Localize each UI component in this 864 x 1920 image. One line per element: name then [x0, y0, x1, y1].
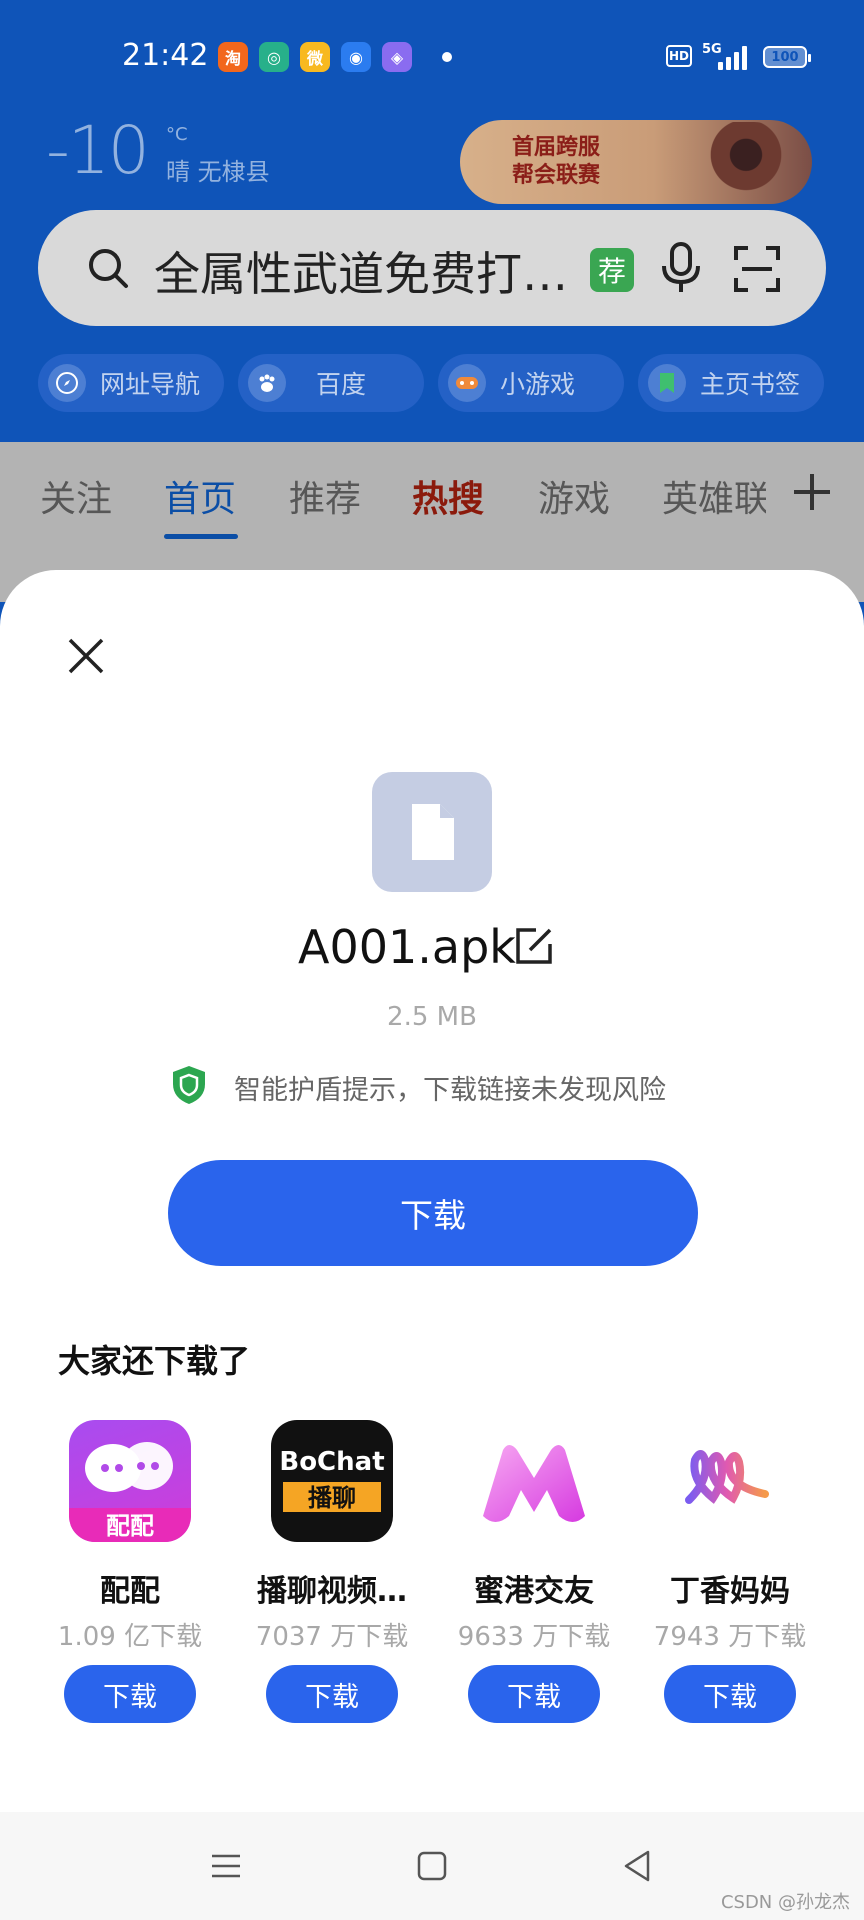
tab-lol[interactable]: 英雄联: [662, 470, 766, 522]
bookmark-icon: [648, 364, 686, 402]
app-name: 播聊视频…: [257, 1574, 407, 1609]
add-tab-icon[interactable]: [792, 472, 832, 512]
quick-link-label: 百度: [316, 370, 367, 399]
gamepad-icon: [448, 364, 486, 402]
hd-voice-icon: HD: [666, 45, 692, 67]
microphone-icon[interactable]: [658, 240, 704, 296]
app-download-button[interactable]: 下载: [64, 1665, 196, 1723]
file-icon: [372, 772, 492, 892]
recommend-title: 大家还下载了: [58, 1342, 251, 1380]
file-name: A001.apk: [298, 920, 516, 974]
weather-location: 晴 无棣县: [166, 158, 270, 186]
browser-icon: ◉: [341, 42, 371, 72]
banner-line-1: 首届跨服: [512, 135, 601, 160]
peipei-app-icon: 配配: [69, 1420, 191, 1542]
app-name: 配配: [100, 1574, 160, 1609]
baidu-paw-icon: [248, 364, 286, 402]
shield-icon: [173, 1066, 205, 1104]
app-downloads: 1.09 亿下载: [57, 1622, 203, 1652]
app-download-button[interactable]: 下载: [266, 1665, 398, 1723]
recommend-badge: 荐: [590, 248, 634, 292]
shop-bag-icon: ◈: [382, 42, 412, 72]
recommended-app-dingxiang[interactable]: 丁香妈妈 7943 万下载 下载: [637, 1420, 823, 1723]
app-name: 丁香妈妈: [670, 1574, 790, 1609]
battery-icon: 100: [763, 46, 811, 68]
green-app-icon: ◎: [259, 42, 289, 72]
banner-line-2: 帮会联赛: [512, 163, 601, 188]
quick-link-label: 小游戏: [500, 370, 576, 399]
app-download-button[interactable]: 下载: [468, 1665, 600, 1723]
search-icon: [89, 249, 128, 288]
compass-icon: [48, 364, 86, 402]
quick-link-label: 网址导航: [100, 370, 201, 399]
app-download-button[interactable]: 下载: [664, 1665, 796, 1723]
quick-link-minigames[interactable]: 小游戏: [438, 354, 624, 412]
dingxiang-app-icon: [669, 1420, 791, 1542]
app-downloads: 9633 万下载: [457, 1622, 611, 1652]
search-query[interactable]: 全属性武道免费打金传奇: [154, 238, 600, 304]
safety-notice: 智能护盾提示，下载链接未发现风险: [234, 1075, 666, 1106]
quick-link-nav[interactable]: 网址导航: [38, 354, 224, 412]
tab-active-indicator: [164, 534, 238, 539]
file-size: 2.5 MB: [387, 1002, 477, 1032]
menu-icon[interactable]: [206, 1846, 246, 1886]
banner-character-image: [674, 122, 794, 204]
tab-games[interactable]: 游戏: [538, 470, 610, 522]
recommended-app-migang[interactable]: 蜜港交友 9633 万下载 下载: [441, 1420, 627, 1723]
quick-link-baidu[interactable]: 百度: [238, 354, 424, 412]
tab-hot-search[interactable]: 热搜: [412, 470, 484, 522]
migang-app-icon: [473, 1420, 595, 1542]
signal-icon: [718, 44, 747, 70]
edit-icon[interactable]: [514, 926, 554, 966]
tab-recommend[interactable]: 推荐: [289, 470, 361, 522]
svg-text:BoChat: BoChat: [279, 1447, 384, 1477]
watermark: CSDN @孙龙杰: [720, 1892, 850, 1913]
recommended-app-peipei[interactable]: 配配 配配 1.09 亿下载 下载: [37, 1420, 223, 1723]
temperature: -10: [46, 112, 150, 189]
search-bar[interactable]: 全属性武道免费打金传奇 荐: [38, 210, 826, 326]
download-button[interactable]: 下载: [168, 1160, 698, 1266]
back-icon[interactable]: [618, 1846, 658, 1886]
home-icon[interactable]: [412, 1846, 452, 1886]
promo-banner[interactable]: 首届跨服 帮会联赛: [460, 120, 812, 204]
app-downloads: 7037 万下载: [255, 1622, 409, 1652]
status-time: 21:42: [122, 38, 209, 73]
tab-follow[interactable]: 关注: [40, 470, 112, 522]
svg-text:播聊: 播聊: [308, 1484, 356, 1512]
close-icon[interactable]: [66, 636, 106, 676]
app-downloads: 7943 万下载: [653, 1622, 807, 1652]
quick-link-label: 主页书签: [700, 370, 801, 399]
app-name: 蜜港交友: [474, 1574, 594, 1609]
tab-home[interactable]: 首页: [164, 470, 236, 522]
weibo-icon: 微: [300, 42, 330, 72]
svg-text:配配: 配配: [106, 1512, 154, 1540]
banner-text: 首届跨服 帮会联赛: [512, 134, 600, 190]
bochat-app-icon: BoChat 播聊: [271, 1420, 393, 1542]
scan-icon[interactable]: [732, 244, 782, 294]
recommended-app-bochat[interactable]: BoChat 播聊 播聊视频… 7037 万下载 下载: [239, 1420, 425, 1723]
temperature-unit: °C: [166, 124, 188, 145]
more-notifications-dot: [442, 52, 452, 62]
taobao-icon: 淘: [218, 42, 248, 72]
status-bar: 21:42 淘 ◎ 微 ◉ ◈ HD 5G 100: [0, 0, 864, 110]
quick-link-bookmarks[interactable]: 主页书签: [638, 354, 824, 412]
